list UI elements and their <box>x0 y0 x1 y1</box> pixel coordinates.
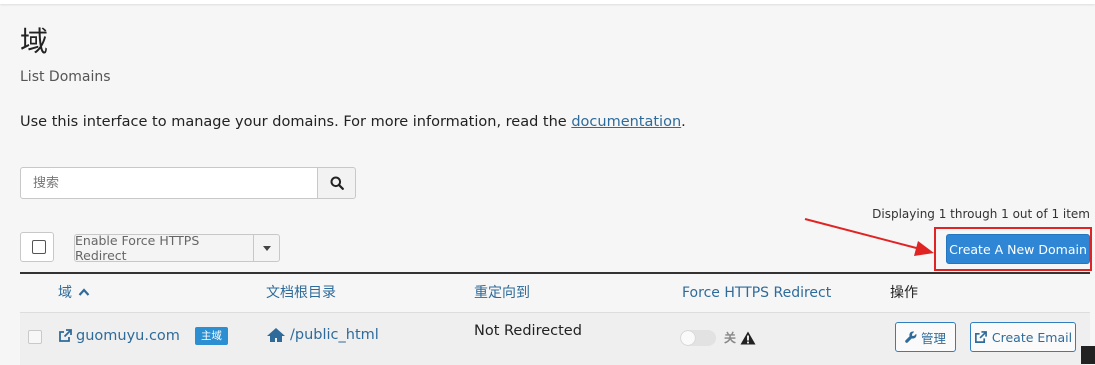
bulk-action-dropdown-toggle[interactable] <box>253 234 280 262</box>
column-header-redirect[interactable]: 重定向到 <box>474 284 530 302</box>
search-button[interactable] <box>317 167 356 199</box>
create-email-button-label: Create Email <box>991 329 1073 345</box>
create-new-domain-button[interactable]: Create A New Domain <box>946 234 1090 264</box>
corner-widget-icon[interactable] <box>1081 346 1095 364</box>
select-all-checkbox[interactable] <box>20 232 54 262</box>
intro-period: . <box>681 114 686 130</box>
column-header-force-https[interactable]: Force HTTPS Redirect <box>682 284 831 302</box>
chevron-down-icon <box>262 245 271 251</box>
external-link-icon <box>974 330 987 343</box>
search-group <box>20 167 356 199</box>
documentation-link[interactable]: documentation <box>571 114 681 130</box>
force-https-cell: 关 <box>680 329 756 346</box>
force-https-state-label: 关 <box>724 331 737 345</box>
domain-link[interactable]: guomuyu.com <box>76 328 180 344</box>
external-link-icon <box>59 329 72 342</box>
manage-button-label: 管理 <box>920 330 946 346</box>
home-icon <box>267 328 285 342</box>
column-header-docroot[interactable]: 文档根目录 <box>266 284 336 302</box>
page-subtitle: List Domains <box>20 69 111 85</box>
page-title: 域 <box>20 25 49 58</box>
create-email-button[interactable]: Create Email <box>970 322 1076 352</box>
domain-cell: guomuyu.com 主域 <box>58 327 228 345</box>
force-https-toggle[interactable] <box>680 329 716 346</box>
search-icon <box>330 176 344 190</box>
wrench-icon <box>905 331 917 343</box>
table-row: guomuyu.com 主域 /public_html Not Redirect… <box>20 312 1090 365</box>
warning-icon <box>740 331 756 344</box>
pagination-summary: Displaying 1 through 1 out of 1 item <box>872 207 1090 221</box>
search-input[interactable] <box>20 167 318 199</box>
bulk-action-group: Enable Force HTTPS Redirect <box>74 233 280 263</box>
docroot-cell: /public_html <box>266 327 379 343</box>
intro-description: Use this interface to manage your domain… <box>20 114 572 130</box>
column-header-domain-label: 域 <box>58 285 72 301</box>
main-domain-badge: 主域 <box>194 327 228 345</box>
redirect-status: Not Redirected <box>474 323 582 339</box>
column-header-actions: 操作 <box>890 285 918 301</box>
row-checkbox[interactable] <box>28 330 42 344</box>
docroot-link[interactable]: /public_html <box>290 327 379 343</box>
table-header-rule <box>20 272 1090 274</box>
sort-ascending-icon <box>79 288 90 296</box>
intro-text: Use this interface to manage your domain… <box>20 113 686 131</box>
toggle-knob <box>681 330 695 345</box>
checkbox-box <box>32 240 46 254</box>
top-bar <box>0 0 1095 4</box>
manage-button[interactable]: 管理 <box>895 322 956 352</box>
enable-force-https-button[interactable]: Enable Force HTTPS Redirect <box>74 233 254 263</box>
column-header-domain[interactable]: 域 <box>58 284 90 302</box>
